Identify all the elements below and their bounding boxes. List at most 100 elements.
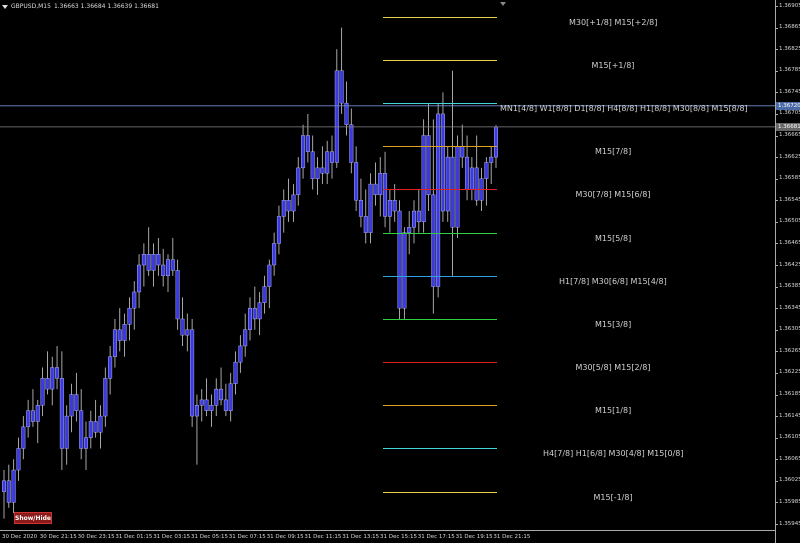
candle-body <box>88 421 93 438</box>
price-tick <box>776 243 778 245</box>
price-tick <box>776 308 778 310</box>
candle-body <box>397 210 402 309</box>
candle-body <box>238 345 243 363</box>
candle <box>455 135 460 239</box>
price-scale[interactable]: 1.36905 1.36865 1.36825 1.36785 1.36745 1.367… <box>775 0 800 543</box>
dropdown-arrow-icon[interactable] <box>2 4 8 9</box>
murrey-level-label: M15[3/8] <box>595 319 632 329</box>
murrey-level-line <box>383 59 497 61</box>
chart-area[interactable]: GBPUSD,M15 1.36663 1.36684 1.36639 1.366… <box>0 0 775 530</box>
candle <box>276 205 281 255</box>
candle <box>93 399 98 438</box>
candle <box>320 146 325 185</box>
price-tick <box>776 6 778 7</box>
candle <box>305 113 310 163</box>
time-label: 31 Dec 05:15 <box>191 534 228 540</box>
candle-body <box>98 415 103 433</box>
price-label: 1.36665 <box>779 132 800 138</box>
murrey-level-label: M30[7/8] M15[6/8] <box>575 190 651 200</box>
price-label: 1.36385 <box>779 283 800 290</box>
candle <box>402 227 407 319</box>
candle-body <box>445 156 450 212</box>
candle <box>141 243 146 287</box>
time-label: 31 Dec 07:15 <box>228 534 266 540</box>
candle <box>219 367 224 406</box>
candle-body <box>373 183 378 196</box>
candle <box>330 135 335 179</box>
price-tick <box>776 502 778 504</box>
candle <box>161 248 166 287</box>
chart-shift-arrow-icon[interactable] <box>500 2 506 6</box>
candle <box>45 351 50 395</box>
candle-body <box>291 194 296 212</box>
price-tick <box>776 157 778 159</box>
candle-body <box>349 124 354 163</box>
candle <box>83 421 88 471</box>
candle <box>349 108 354 174</box>
candle-body <box>141 254 146 266</box>
candle <box>344 81 349 136</box>
candle-body <box>252 307 257 320</box>
candle-body <box>387 200 392 217</box>
candle <box>35 399 40 444</box>
time-label: 31 Dec 03:15 <box>153 534 191 540</box>
candle-body <box>219 388 224 401</box>
price-label: 1.36745 <box>779 88 800 95</box>
candle <box>334 49 339 168</box>
price-label: 1.36265 <box>779 347 800 354</box>
price-label: 1.36785 <box>779 67 800 74</box>
price-tick <box>776 113 778 115</box>
candle <box>291 184 296 222</box>
candle <box>2 470 6 519</box>
candle <box>416 189 421 233</box>
price-label: 1.36225 <box>779 369 800 376</box>
price-tick <box>776 221 778 223</box>
candle <box>194 394 199 465</box>
murrey-level-line <box>383 405 497 407</box>
candle <box>412 200 417 244</box>
candle-body <box>190 329 195 417</box>
candle <box>431 119 436 314</box>
candle-body <box>489 156 494 163</box>
candle-body <box>204 399 209 411</box>
candle <box>238 335 243 373</box>
candle <box>209 394 214 427</box>
murrey-level-label: M30[5/8] M15[2/8] <box>575 363 651 373</box>
candle <box>180 297 185 346</box>
candle-body <box>325 151 330 174</box>
candle-body <box>368 183 373 233</box>
candle <box>358 178 363 228</box>
candle <box>267 259 272 309</box>
candle <box>185 313 190 352</box>
candle <box>445 146 450 222</box>
candle <box>11 459 16 514</box>
candle <box>286 178 291 222</box>
time-label: 31 Dec 21:15 <box>493 534 531 540</box>
candle <box>339 27 344 114</box>
candle-body <box>146 254 151 271</box>
candle-body <box>185 329 190 336</box>
candle <box>204 378 209 417</box>
murrey-level-label: H4[7/8] H1[6/8] M30[4/8] M15[0/8] <box>543 449 684 459</box>
show-hide-button[interactable]: Show/Hide <box>14 512 52 524</box>
candle-body <box>165 259 170 276</box>
candle-body <box>228 383 233 411</box>
price-tick <box>776 351 778 353</box>
candle-body <box>484 162 489 179</box>
candle-body <box>127 307 132 325</box>
candle-body <box>363 216 368 233</box>
candle-body <box>55 367 60 379</box>
time-label: 31 Dec 13:15 <box>342 534 380 540</box>
candle-body <box>59 378 64 449</box>
murrey-level-label: MN1[4/8] W1[8/8] D1[8/8] H4[8/8] H1[8/8]… <box>500 104 748 114</box>
candle-body <box>223 399 228 411</box>
price-tick <box>776 135 778 137</box>
murrey-level-line <box>383 16 497 18</box>
murrey-level-label: M15[7/8] <box>595 147 632 157</box>
candle-body <box>64 415 69 449</box>
candle-body <box>305 135 310 152</box>
price-tick <box>776 329 778 331</box>
time-scale[interactable]: 30 Dec 2020 30 Dec 21:15 30 Dec 23:15 31 De… <box>0 530 775 543</box>
candle-body <box>426 135 431 196</box>
candle <box>79 389 84 460</box>
